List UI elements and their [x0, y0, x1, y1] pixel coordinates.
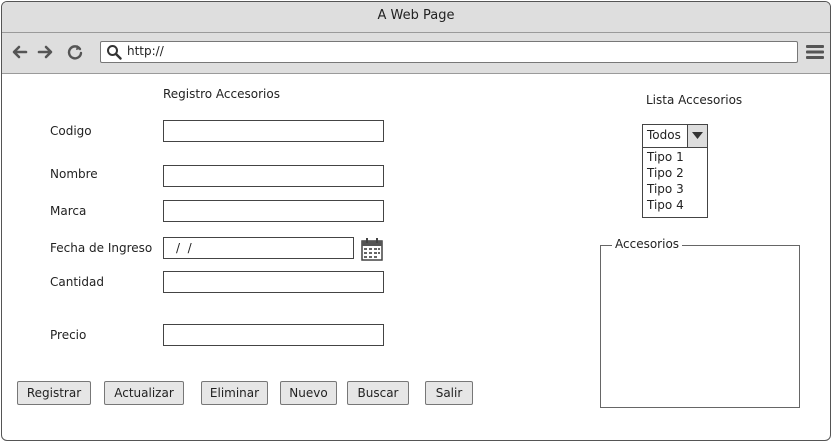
url-text: http://: [127, 44, 164, 58]
tipo-select-value: Todos: [647, 128, 681, 142]
url-bar[interactable]: http://: [100, 41, 798, 63]
dropdown-option[interactable]: Tipo 4: [647, 198, 684, 212]
marca-input[interactable]: [163, 200, 384, 222]
buscar-button[interactable]: Buscar: [347, 381, 409, 405]
nuevo-button[interactable]: Nuevo: [280, 381, 337, 405]
forward-arrow-icon[interactable]: [35, 42, 55, 62]
tipo-dropdown-list: Tipo 1 Tipo 2 Tipo 3 Tipo 4: [642, 148, 708, 218]
dropdown-option[interactable]: Tipo 3: [647, 182, 684, 196]
registrar-button[interactable]: Registrar: [17, 381, 91, 405]
precio-label: Precio: [50, 328, 87, 342]
precio-input[interactable]: [163, 324, 384, 346]
window-title: A Web Page: [2, 2, 830, 33]
codigo-label: Codigo: [50, 124, 92, 138]
tipo-select[interactable]: Todos: [642, 124, 708, 148]
reload-icon[interactable]: [65, 42, 85, 62]
cantidad-input[interactable]: [163, 271, 384, 293]
calendar-icon[interactable]: [361, 237, 383, 261]
fecha-label: Fecha de Ingreso: [50, 241, 153, 255]
salir-button[interactable]: Salir: [425, 381, 473, 405]
form-title: Registro Accesorios: [163, 87, 280, 101]
actualizar-button[interactable]: Actualizar: [104, 381, 184, 405]
back-arrow-icon[interactable]: [10, 42, 30, 62]
chevron-down-icon: [692, 132, 703, 139]
codigo-input[interactable]: [163, 120, 384, 142]
lista-title: Lista Accesorios: [646, 93, 743, 107]
browser-toolbar: http://: [2, 33, 830, 74]
accesorios-group-label: Accesorios: [612, 237, 683, 251]
nombre-label: Nombre: [50, 167, 98, 181]
marca-label: Marca: [50, 204, 87, 218]
select-arrow[interactable]: [687, 125, 707, 147]
eliminar-button[interactable]: Eliminar: [201, 381, 268, 405]
dropdown-option[interactable]: Tipo 1: [647, 150, 684, 164]
hamburger-menu-icon[interactable]: [806, 43, 824, 61]
search-icon: [107, 45, 122, 60]
cantidad-label: Cantidad: [50, 275, 104, 289]
dropdown-option[interactable]: Tipo 2: [647, 166, 684, 180]
accesorios-groupbox: [600, 245, 800, 408]
nombre-input[interactable]: [163, 165, 384, 187]
fecha-input[interactable]: / /: [163, 237, 354, 259]
